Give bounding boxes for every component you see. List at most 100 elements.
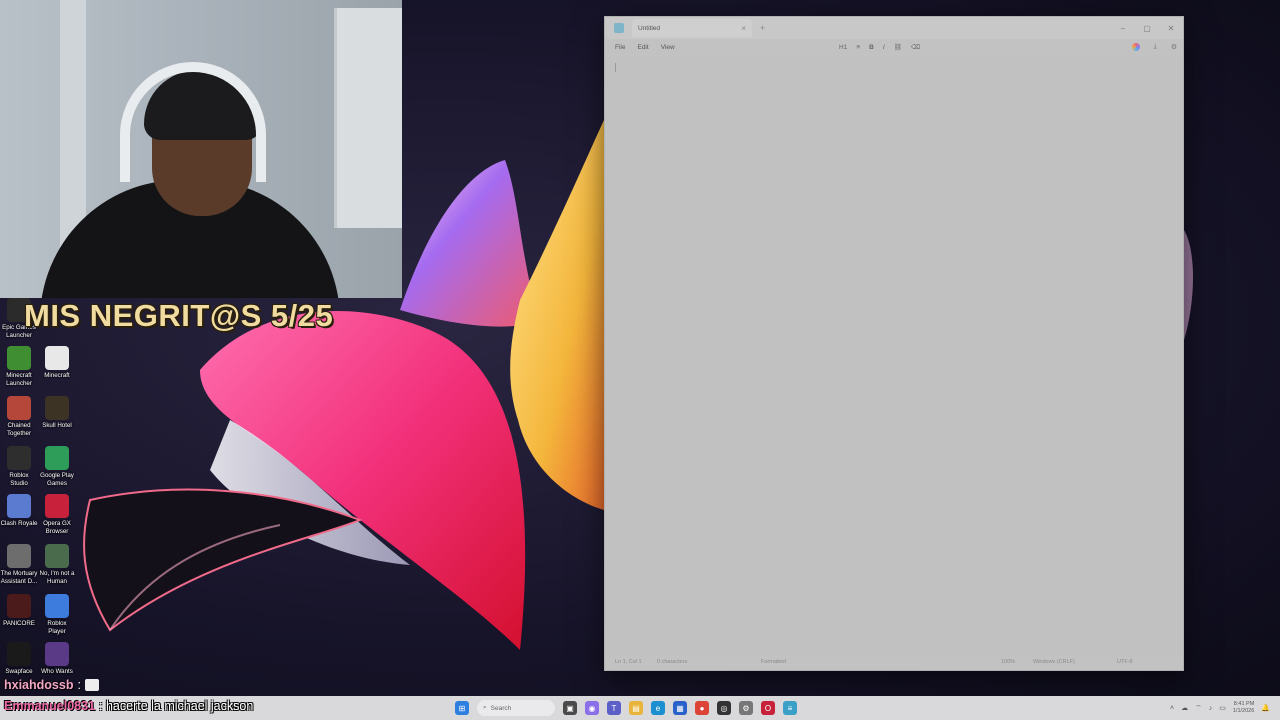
chrome-icon[interactable]: ● — [695, 701, 709, 715]
search-icon: ⌕ — [483, 704, 487, 711]
opera-gx-taskbar-icon[interactable]: O — [761, 701, 775, 715]
chat-message-1: hxiahdossb : — [4, 676, 99, 694]
chat-message-2: Emmanuel0831 : hacerte la michael jackso… — [4, 699, 253, 713]
status-format-mode[interactable]: Formatted — [761, 659, 786, 665]
file-explorer-icon[interactable]: ▤ — [629, 701, 643, 715]
desktop-icon-label: The Mortuary Assistant D... — [0, 570, 38, 585]
desktop-icon-label: Roblox Player — [47, 620, 67, 635]
clock-time: 8:41 PM — [1233, 701, 1255, 707]
menu-bar: File Edit View H1 ≡ B I ⛓ ⌫ ⤓ ⚙ — [605, 39, 1183, 55]
text-editor-area[interactable] — [605, 57, 1183, 655]
copilot-taskbar-icon[interactable]: ◉ — [585, 701, 599, 715]
desktop-icon-label: PANICORE — [3, 620, 35, 627]
status-line-ending: Windows (CRLF) — [1033, 659, 1075, 665]
task-view-icon[interactable]: ▣ — [563, 701, 577, 715]
store-icon[interactable]: ▦ — [673, 701, 687, 715]
document-tab[interactable]: Untitled × — [632, 19, 752, 37]
onedrive-icon[interactable]: ☁ — [1181, 704, 1188, 712]
network-icon[interactable]: ⌔ — [1195, 704, 1202, 713]
desktop-icon-not-a-human[interactable]: No, I'm not a Human — [38, 544, 76, 585]
desktop-icon-label: Minecraft Launcher — [6, 372, 32, 387]
chat-separator: : — [77, 678, 81, 692]
stream-overlay-title: MIS NEGRIT@S 5/25 — [24, 298, 334, 333]
text-caret — [615, 63, 616, 72]
bold-button[interactable]: B — [869, 44, 874, 51]
google-play-games-icon — [45, 446, 69, 470]
copilot-icon[interactable] — [1131, 43, 1140, 51]
taskbar-search[interactable]: ⌕ Search — [477, 700, 555, 716]
battery-icon[interactable]: ▭ — [1219, 704, 1226, 712]
clock-date: 1/1/2026 — [1232, 708, 1255, 714]
volume-icon[interactable]: ♪ — [1209, 705, 1213, 712]
download-icon[interactable]: ⤓ — [1154, 43, 1157, 51]
taskbar-clock[interactable]: 8:41 PM 1/1/2026 — [1233, 701, 1254, 715]
desktop-icon-label: Minecraft — [44, 372, 70, 379]
tab-close-icon[interactable]: × — [741, 24, 746, 33]
opera-gx-icon — [45, 494, 69, 518]
desktop-icon-label: Clash Royale — [0, 520, 38, 527]
status-bar: Ln 1, Col 1 0 characters Formatted 100% … — [605, 655, 1183, 670]
system-tray: ˄ ☁ ⌔ ♪ ▭ 8:41 PM 1/1/2026 🔔 — [1170, 699, 1270, 717]
maximize-icon[interactable]: ▢ — [1135, 17, 1159, 39]
desktop-icon-swapface[interactable]: Swapface — [0, 642, 38, 676]
menu-edit[interactable]: Edit — [635, 43, 650, 52]
window-controls: – ▢ ✕ — [1111, 17, 1183, 39]
chat-username: Emmanuel0831 — [4, 699, 96, 713]
desktop-icon-chained-together[interactable]: Chained Together — [0, 396, 38, 437]
desktop-icon-panicore[interactable]: PANICORE — [0, 594, 38, 628]
desktop-icon-who-wants[interactable]: Who Wants — [38, 642, 76, 676]
swapface-icon — [7, 642, 31, 666]
desktop-icon-clash-royale[interactable]: Clash Royale — [0, 494, 38, 528]
desktop-icon-mortuary-assistant[interactable]: The Mortuary Assistant D... — [0, 544, 38, 585]
close-icon[interactable]: ✕ — [1159, 17, 1183, 39]
desktop-icon-label: Who Wants — [41, 668, 73, 675]
desktop-icon-file[interactable]: Minecraft — [38, 346, 76, 380]
mortuary-assistant-icon — [7, 544, 31, 568]
menu-file[interactable]: File — [613, 43, 627, 52]
desktop-icon-minecraft-launcher[interactable]: Minecraft Launcher — [0, 346, 38, 387]
obs-icon[interactable]: ◎ — [717, 701, 731, 715]
skull-hotel-icon — [45, 396, 69, 420]
heading-dropdown[interactable]: H1 — [839, 44, 847, 51]
start-windows-icon[interactable]: ⊞ — [455, 701, 469, 715]
desktop-icon-grid: Epic Games Launcher Minecraft Launcher Min… — [0, 298, 80, 680]
italic-button[interactable]: I — [883, 44, 885, 51]
status-zoom[interactable]: 100% — [1001, 659, 1015, 665]
chevron-up-icon[interactable]: ˄ — [1170, 705, 1174, 712]
formatting-toolbar: H1 ≡ B I ⛓ ⌫ — [839, 39, 920, 55]
status-position: Ln 1, Col 1 — [615, 659, 642, 665]
new-tab-plus-icon[interactable]: + — [760, 23, 765, 33]
chained-together-icon — [7, 396, 31, 420]
teams-icon[interactable]: T — [607, 701, 621, 715]
edge-icon[interactable]: e — [651, 701, 665, 715]
file-icon — [45, 346, 69, 370]
clear-formatting-icon[interactable]: ⌫ — [911, 43, 920, 51]
settings-gear-icon[interactable]: ⚙ — [1171, 43, 1177, 51]
status-encoding: UTF-8 — [1117, 659, 1133, 665]
window-titlebar[interactable]: Untitled × + – ▢ ✕ — [605, 17, 1183, 39]
list-dropdown-icon[interactable]: ≡ — [856, 44, 860, 51]
taskbar-apps: ⊞ ⌕ Search ▣ ◉ T ▤ e ▦ ● ◎ ⚙ O ≡ — [455, 699, 797, 717]
clash-royale-icon — [7, 494, 31, 518]
notepad-taskbar-icon[interactable]: ≡ — [783, 701, 797, 715]
desktop-icon-roblox-player[interactable]: Roblox Player — [38, 594, 76, 635]
desktop-icon-label: Opera GX Browser — [43, 520, 71, 535]
menu-view[interactable]: View — [659, 43, 677, 52]
notifications-bell-icon[interactable]: 🔔 — [1261, 704, 1270, 712]
minimize-icon[interactable]: – — [1111, 17, 1135, 39]
link-icon[interactable]: ⛓ — [894, 43, 902, 51]
status-characters: 0 characters — [657, 659, 688, 665]
desktop-icon-skull-hotel[interactable]: Skull Hotel — [38, 396, 76, 430]
roblox-player-icon — [45, 594, 69, 618]
desktop-icon-roblox-studio[interactable]: Roblox Studio — [0, 446, 38, 487]
roblox-studio-icon — [7, 446, 31, 470]
headset — [120, 62, 266, 182]
desktop-icon-google-play-games[interactable]: Google Play Games — [38, 446, 76, 487]
desktop-icon-label: No, I'm not a Human — [39, 570, 75, 585]
desktop-icon-opera-gx[interactable]: Opera GX Browser — [38, 494, 76, 535]
settings-icon[interactable]: ⚙ — [739, 701, 753, 715]
taskbar: Emmanuel0831 : hacerte la michael jackso… — [0, 696, 1280, 720]
chat-text: : hacerte la michael jackson — [99, 699, 254, 713]
desktop-icon-label: Chained Together — [6, 422, 32, 437]
desktop-icon-label: Skull Hotel — [42, 422, 72, 429]
